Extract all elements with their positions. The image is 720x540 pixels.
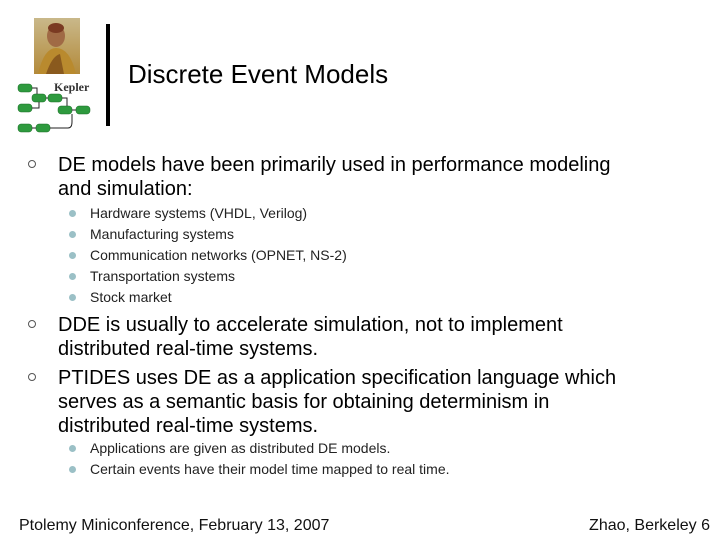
bullet-3-line-3: distributed real-time systems. xyxy=(58,415,319,437)
dot-bullet-icon xyxy=(69,210,76,217)
hollow-circle-bullet-icon xyxy=(28,160,36,168)
bullet-2: DDE is usually to accelerate simulation,… xyxy=(28,313,698,361)
bullet-3-line-2: serves as a semantic basis for obtaining… xyxy=(58,391,550,413)
footer-right-page-number: Zhao, Berkeley 6 xyxy=(589,517,710,534)
title-divider xyxy=(106,24,110,126)
sub-bullet-text: Communication networks (OPNET, NS-2) xyxy=(90,247,347,263)
dot-bullet-icon xyxy=(69,252,76,259)
hollow-circle-bullet-icon xyxy=(28,373,36,381)
sub-bullet-text: Hardware systems (VHDL, Verilog) xyxy=(90,205,308,221)
bullet-3-line-1: PTIDES uses DE as a application specific… xyxy=(58,367,617,389)
sub-bullet: Hardware systems (VHDL, Verilog) xyxy=(69,203,308,224)
kepler-logo-text: Kepler xyxy=(54,80,90,94)
sub-bullet: Applications are given as distributed DE… xyxy=(69,438,391,459)
sub-bullet-text: Applications are given as distributed DE… xyxy=(90,440,391,456)
sub-bullet-text: Transportation systems xyxy=(90,268,235,284)
hollow-circle-bullet-icon xyxy=(28,320,36,328)
sub-bullet: Transportation systems xyxy=(69,266,235,287)
sub-bullet-text: Stock market xyxy=(90,289,172,305)
dot-bullet-icon xyxy=(69,273,76,280)
dot-bullet-icon xyxy=(69,445,76,452)
portrait-image xyxy=(34,18,80,74)
bullet-1-line-2: and simulation: xyxy=(58,178,193,200)
kepler-logo-graphic: Kepler xyxy=(17,18,91,133)
dot-bullet-icon xyxy=(69,466,76,473)
footer-left: Ptolemy Miniconference, February 13, 200… xyxy=(19,517,330,534)
sub-bullet: Manufacturing systems xyxy=(69,224,234,245)
kepler-logo: Kepler xyxy=(10,14,100,139)
slide-title: Discrete Event Models xyxy=(128,59,389,89)
bullet-2-line-2: distributed real-time systems. xyxy=(58,338,319,360)
bullet-3: PTIDES uses DE as a application specific… xyxy=(28,366,698,438)
bullet-2-line-1: DDE is usually to accelerate simulation,… xyxy=(58,314,563,336)
dot-bullet-icon xyxy=(69,231,76,238)
sub-bullet-text: Certain events have their model time map… xyxy=(90,461,450,477)
sub-bullet-text: Manufacturing systems xyxy=(90,226,234,242)
sub-bullet: Communication networks (OPNET, NS-2) xyxy=(69,245,347,266)
dot-bullet-icon xyxy=(69,294,76,301)
bullet-1: DE models have been primarily used in pe… xyxy=(28,153,698,201)
sub-bullet: Stock market xyxy=(69,287,172,308)
sub-bullet: Certain events have their model time map… xyxy=(69,459,450,480)
bullet-1-line-1: DE models have been primarily used in pe… xyxy=(58,154,611,176)
